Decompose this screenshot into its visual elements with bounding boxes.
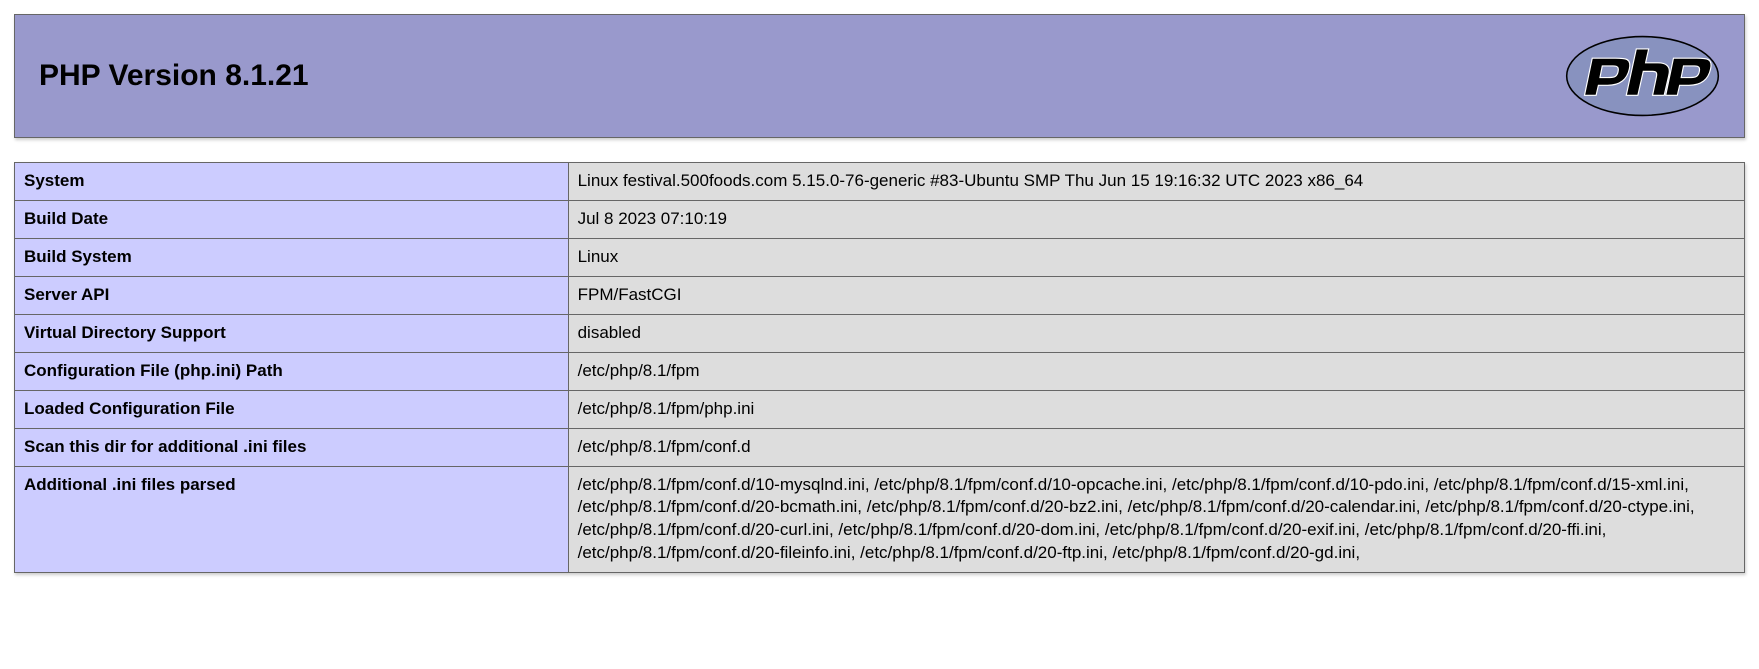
table-row: Scan this dir for additional .ini files/…	[15, 428, 1745, 466]
table-row: SystemLinux festival.500foods.com 5.15.0…	[15, 163, 1745, 201]
config-value: Linux	[568, 238, 1744, 276]
config-value: Jul 8 2023 07:10:19	[568, 200, 1744, 238]
table-row: Build DateJul 8 2023 07:10:19	[15, 200, 1745, 238]
config-value: disabled	[568, 314, 1744, 352]
table-row: Server APIFPM/FastCGI	[15, 276, 1745, 314]
table-row: Loaded Configuration File/etc/php/8.1/fp…	[15, 390, 1745, 428]
phpinfo-table: SystemLinux festival.500foods.com 5.15.0…	[14, 162, 1745, 573]
config-value: FPM/FastCGI	[568, 276, 1744, 314]
config-value: /etc/php/8.1/fpm	[568, 352, 1744, 390]
config-label: Loaded Configuration File	[15, 390, 569, 428]
table-row: Additional .ini files parsed/etc/php/8.1…	[15, 466, 1745, 573]
php-logo-icon	[1565, 35, 1720, 117]
config-value: /etc/php/8.1/fpm/conf.d	[568, 428, 1744, 466]
table-row: Configuration File (php.ini) Path/etc/ph…	[15, 352, 1745, 390]
config-label: Build System	[15, 238, 569, 276]
config-label: Scan this dir for additional .ini files	[15, 428, 569, 466]
config-value: /etc/php/8.1/fpm/php.ini	[568, 390, 1744, 428]
config-label: Additional .ini files parsed	[15, 466, 569, 573]
config-label: Server API	[15, 276, 569, 314]
config-label: Configuration File (php.ini) Path	[15, 352, 569, 390]
config-label: Build Date	[15, 200, 569, 238]
phpinfo-header: PHP Version 8.1.21	[14, 14, 1745, 138]
config-label: Virtual Directory Support	[15, 314, 569, 352]
config-value: Linux festival.500foods.com 5.15.0-76-ge…	[568, 163, 1744, 201]
config-label: System	[15, 163, 569, 201]
table-row: Build SystemLinux	[15, 238, 1745, 276]
php-logo	[1565, 35, 1720, 117]
config-value: /etc/php/8.1/fpm/conf.d/10-mysqlnd.ini, …	[568, 466, 1744, 573]
table-row: Virtual Directory Supportdisabled	[15, 314, 1745, 352]
page-title: PHP Version 8.1.21	[39, 59, 309, 93]
